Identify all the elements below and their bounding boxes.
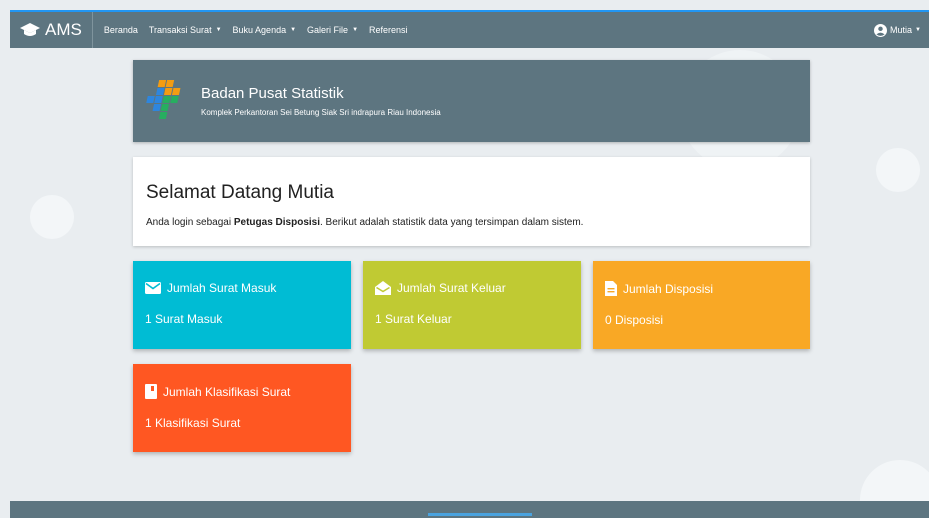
background-circle xyxy=(30,195,74,239)
welcome-text: Anda login sebagai Petugas Disposisi. Be… xyxy=(146,217,797,228)
nav-item-label: Transaksi Surat xyxy=(148,25,212,35)
stat-card-klasifikasi[interactable]: Jumlah Klasifikasi Surat 1 Klasifikasi S… xyxy=(133,364,351,452)
nav-item-transaksi-surat[interactable]: Transaksi Surat ▼ xyxy=(149,25,222,35)
stat-title: Jumlah Surat Masuk xyxy=(167,281,277,295)
welcome-card: Selamat Datang Mutia Anda login sebagai … xyxy=(133,157,810,246)
stat-value: 1 Klasifikasi Surat xyxy=(145,416,241,430)
top-navbar: AMS Beranda Transaksi Surat ▼ Buku Agenda ▼ G… xyxy=(10,10,929,48)
institution-header: Badan Pusat Statistik Komplek Perkantora… xyxy=(133,60,810,142)
background-circle xyxy=(876,148,920,192)
stat-value: 1 Surat Masuk xyxy=(145,312,223,326)
nav-item-beranda[interactable]: Beranda xyxy=(104,25,138,35)
stat-title: Jumlah Disposisi xyxy=(623,281,714,296)
stat-value: 1 Surat Keluar xyxy=(375,312,452,326)
chevron-down-icon: ▼ xyxy=(352,27,359,33)
nav-item-buku-agenda[interactable]: Buku Agenda ▼ xyxy=(233,25,297,35)
institution-address: Komplek Perkantoran Sei Betung Siak Sri … xyxy=(201,108,441,117)
nav-item-referensi[interactable]: Referensi xyxy=(369,25,408,35)
chevron-down-icon: ▼ xyxy=(915,27,921,33)
nav-item-label: Beranda xyxy=(103,25,138,35)
nav-item-label: Buku Agenda xyxy=(232,25,287,35)
chevron-down-icon: ▼ xyxy=(215,27,222,33)
nav-menu: Beranda Transaksi Surat ▼ Buku Agenda ▼ Galer… xyxy=(93,25,408,35)
nav-item-label: Galeri File xyxy=(307,25,349,35)
welcome-text-suffix: . Berikut adalah statistik data yang ter… xyxy=(320,217,584,228)
graduation-cap-icon xyxy=(20,23,40,37)
stat-title: Jumlah Klasifikasi Surat xyxy=(163,384,291,399)
nav-item-galeri-file[interactable]: Galeri File ▼ xyxy=(307,25,358,35)
welcome-text-prefix: Anda login sebagai xyxy=(146,217,234,228)
mail-open-icon xyxy=(375,281,391,295)
nav-item-label: Referensi xyxy=(369,25,408,35)
mail-icon xyxy=(145,282,161,294)
file-icon xyxy=(605,281,617,296)
stat-card-disposisi[interactable]: Jumlah Disposisi 0 Disposisi xyxy=(593,261,810,349)
user-menu[interactable]: Mutia ▼ xyxy=(874,23,929,37)
stat-card-surat-keluar[interactable]: Jumlah Surat Keluar 1 Surat Keluar xyxy=(363,261,581,349)
brand-name: AMS xyxy=(45,20,82,39)
stat-value: 0 Disposisi xyxy=(605,313,664,327)
user-circle-icon xyxy=(874,23,888,37)
stat-card-surat-masuk[interactable]: Jumlah Surat Masuk 1 Surat Masuk xyxy=(133,261,351,349)
institution-name: Badan Pusat Statistik xyxy=(201,85,344,102)
footer xyxy=(10,501,929,518)
book-icon xyxy=(145,384,157,399)
chevron-down-icon: ▼ xyxy=(290,27,297,33)
stat-title: Jumlah Surat Keluar xyxy=(397,281,506,295)
brand[interactable]: AMS xyxy=(10,12,93,48)
user-name: Mutia xyxy=(890,25,913,35)
user-role: Petugas Disposisi xyxy=(233,217,320,228)
welcome-title: Selamat Datang Mutia xyxy=(146,182,334,203)
bps-logo xyxy=(146,76,186,126)
footer-accent-bar xyxy=(428,513,532,516)
